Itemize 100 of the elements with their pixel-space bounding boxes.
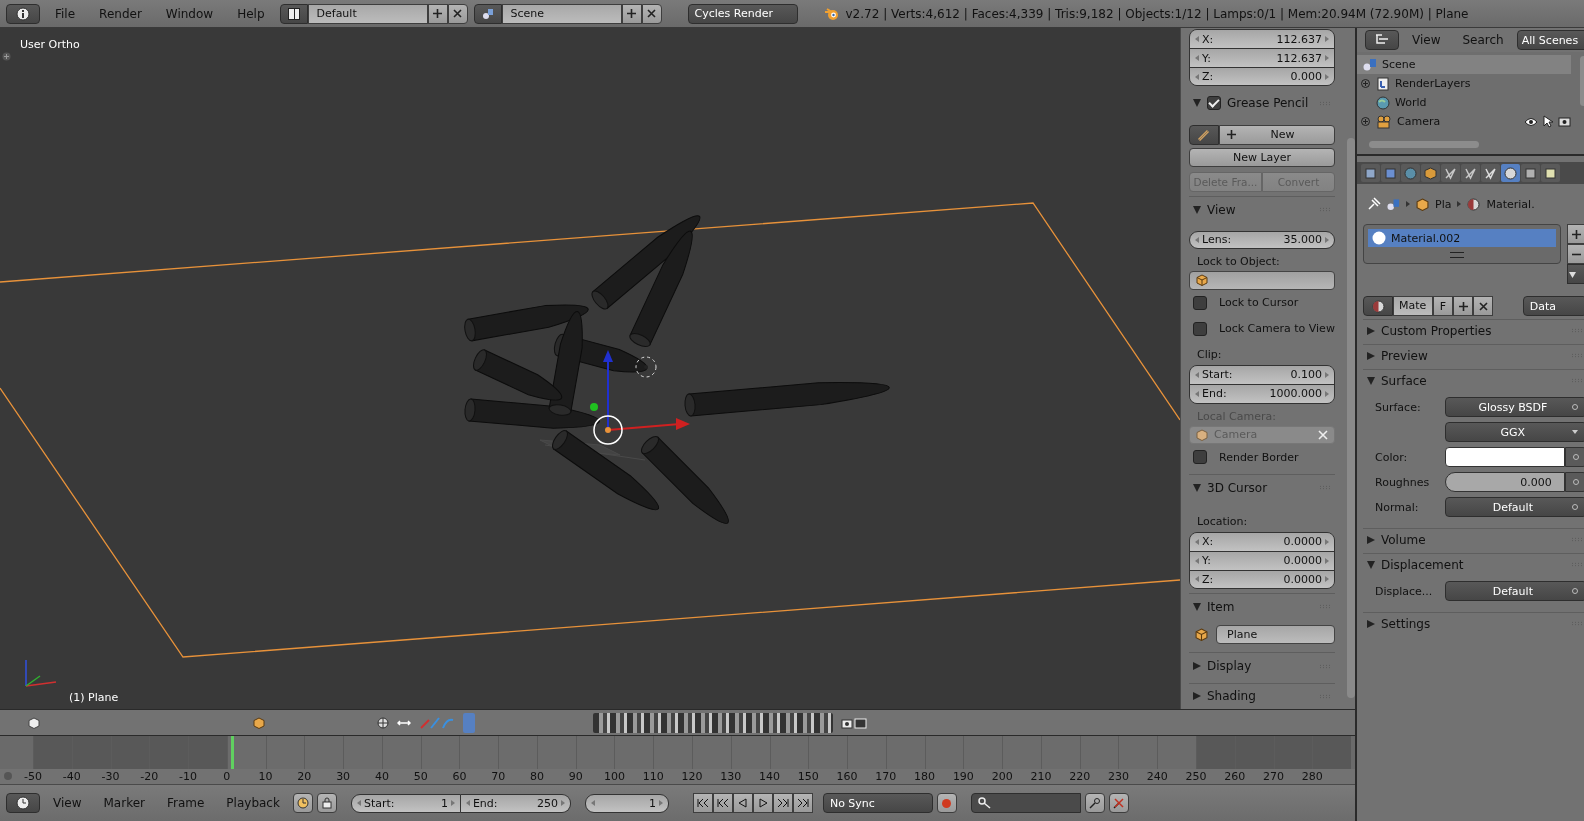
new-layer-button[interactable]: New Layer xyxy=(1189,147,1335,168)
expand-icon[interactable] xyxy=(1361,79,1370,88)
record-button[interactable] xyxy=(936,793,957,813)
breadcrumb-item[interactable]: Material. xyxy=(1486,197,1535,211)
menu-item[interactable]: Frame xyxy=(157,796,214,810)
play-reverse-button[interactable] xyxy=(732,793,753,813)
properties-tab[interactable] xyxy=(1361,164,1380,182)
socket-button[interactable] xyxy=(1564,447,1584,467)
menu-item[interactable]: View xyxy=(1403,33,1450,47)
fake-user-button[interactable]: F xyxy=(1433,296,1453,316)
number-field[interactable]: Start: 0.100 xyxy=(1190,365,1334,385)
number-field[interactable]: Y: 112.637 xyxy=(1190,48,1334,67)
layer-buttons[interactable] xyxy=(593,712,833,733)
properties-tab[interactable] xyxy=(1481,164,1500,182)
menu-item[interactable]: Playback xyxy=(217,796,289,810)
socket-dropdown[interactable]: Glossy BSDF xyxy=(1445,397,1584,417)
number-field[interactable]: X: 0.0000 xyxy=(1190,532,1334,552)
insert-keyframe-button[interactable] xyxy=(1084,793,1105,813)
add-button[interactable] xyxy=(1453,296,1473,316)
expand-icon[interactable] xyxy=(1361,117,1370,126)
menu-item[interactable]: Render xyxy=(90,6,151,21)
properties-tab[interactable] xyxy=(1541,164,1560,182)
sync-dropdown[interactable]: No Sync xyxy=(822,793,933,813)
play-button[interactable] xyxy=(752,793,773,813)
number-field[interactable]: X: 112.637 xyxy=(1190,30,1334,49)
pencil-mode-button[interactable] xyxy=(1189,124,1219,145)
roughness-slider[interactable]: 0.000 xyxy=(1445,472,1565,492)
panel-header[interactable]: Item xyxy=(1189,593,1335,620)
cube-icon[interactable] xyxy=(28,716,40,729)
menu-item[interactable]: View xyxy=(44,796,91,810)
end-frame-field[interactable]: End: 250 xyxy=(460,793,571,813)
properties-tab[interactable] xyxy=(1461,164,1480,182)
panel-header[interactable]: Custom Properties xyxy=(1363,319,1584,341)
layout-icon-button[interactable] xyxy=(279,3,308,24)
camera-icon[interactable] xyxy=(841,715,867,730)
editor-type-button[interactable] xyxy=(1365,30,1399,50)
socket-dropdown[interactable]: Default xyxy=(1445,581,1584,601)
distribution-dropdown[interactable]: GGX xyxy=(1445,422,1584,442)
cursor-icon[interactable] xyxy=(1542,115,1553,128)
globe-icon[interactable] xyxy=(377,716,389,729)
jump-start-button[interactable] xyxy=(692,793,713,813)
resize-grip-icon[interactable] xyxy=(1450,252,1464,258)
specials-menu-button[interactable] xyxy=(1566,264,1584,284)
number-field[interactable]: End: 1000.000 xyxy=(1190,384,1334,403)
jump-end-button[interactable] xyxy=(792,793,813,813)
next-key-button[interactable] xyxy=(772,793,793,813)
remove-button[interactable] xyxy=(641,3,662,24)
link-dropdown[interactable]: Data xyxy=(1522,296,1584,316)
object-field[interactable] xyxy=(1189,271,1335,290)
menu-item[interactable]: Search xyxy=(1453,33,1513,47)
keying-set-field[interactable] xyxy=(970,793,1081,813)
delete-keyframe-button[interactable] xyxy=(1108,793,1129,813)
breadcrumb-item[interactable]: Pla xyxy=(1435,197,1452,211)
panel-header[interactable]: Display xyxy=(1189,652,1335,679)
panel-header[interactable]: Shading xyxy=(1189,682,1335,709)
scrollbar[interactable] xyxy=(1579,56,1584,106)
panel-header[interactable]: Volume xyxy=(1363,528,1584,550)
remove-button[interactable] xyxy=(1473,296,1493,316)
object-name-field[interactable]: Plane xyxy=(1216,625,1335,645)
add-button[interactable] xyxy=(427,3,448,24)
preview-range-button[interactable] xyxy=(292,793,313,813)
camera-icon[interactable] xyxy=(1557,116,1571,127)
lens-field[interactable]: Lens: 35.000 xyxy=(1189,230,1335,250)
scene-icon-button[interactable] xyxy=(473,3,502,24)
properties-tab[interactable] xyxy=(1521,164,1540,182)
properties-tab[interactable] xyxy=(1421,164,1440,182)
new-button[interactable]: New xyxy=(1219,124,1335,145)
outliner-item[interactable]: Camera xyxy=(1357,112,1571,131)
close-icon[interactable] xyxy=(1318,429,1328,440)
checkbox[interactable] xyxy=(1207,96,1221,111)
panel-header[interactable]: Settings xyxy=(1363,612,1584,634)
outliner-item[interactable]: RenderLayers xyxy=(1357,74,1571,93)
socket-dropdown[interactable]: Default xyxy=(1445,497,1584,517)
menu-item[interactable]: Marker xyxy=(94,796,154,810)
remove-button[interactable] xyxy=(447,3,468,24)
scrollbar[interactable] xyxy=(1369,141,1479,148)
start-frame-field[interactable]: Start: 1 xyxy=(350,793,461,813)
outliner-item[interactable]: Scene xyxy=(1357,55,1571,74)
properties-tab[interactable] xyxy=(1381,164,1400,182)
scroll-handle[interactable] xyxy=(4,772,12,780)
menu-item[interactable]: Window xyxy=(156,6,223,21)
scene-field[interactable]: Scene xyxy=(501,3,622,24)
outliner-item[interactable]: World xyxy=(1357,93,1571,112)
panel-header[interactable]: Displacement xyxy=(1363,553,1584,575)
menu-item[interactable]: File xyxy=(46,6,85,21)
panel-header[interactable]: Grease Pencil xyxy=(1189,90,1335,116)
current-frame-field[interactable]: 1 xyxy=(584,793,669,813)
layout-field[interactable]: Default xyxy=(307,3,428,24)
3d-viewport[interactable]: User Ortho (1) Plane xyxy=(0,28,1180,709)
cube-icon[interactable] xyxy=(253,716,265,729)
eye-icon[interactable] xyxy=(1523,116,1538,127)
lock-button[interactable] xyxy=(316,793,337,813)
remove-slot-button[interactable] xyxy=(1566,244,1584,264)
panel-header[interactable]: View xyxy=(1189,196,1335,223)
add-button[interactable] xyxy=(621,3,642,24)
editor-type-button[interactable] xyxy=(6,3,40,24)
pin-icon[interactable] xyxy=(1367,197,1381,211)
playhead[interactable] xyxy=(230,736,234,769)
timeline[interactable]: -50 -40 -30 -20 -10 0 10 20 30 40 50 60 70 80 90 100 110 120 130 140 150 160 170 180 190 200 210 220 230 240 250 260 270 280 xyxy=(0,735,1355,784)
material-name-field[interactable]: Mate xyxy=(1393,296,1433,316)
